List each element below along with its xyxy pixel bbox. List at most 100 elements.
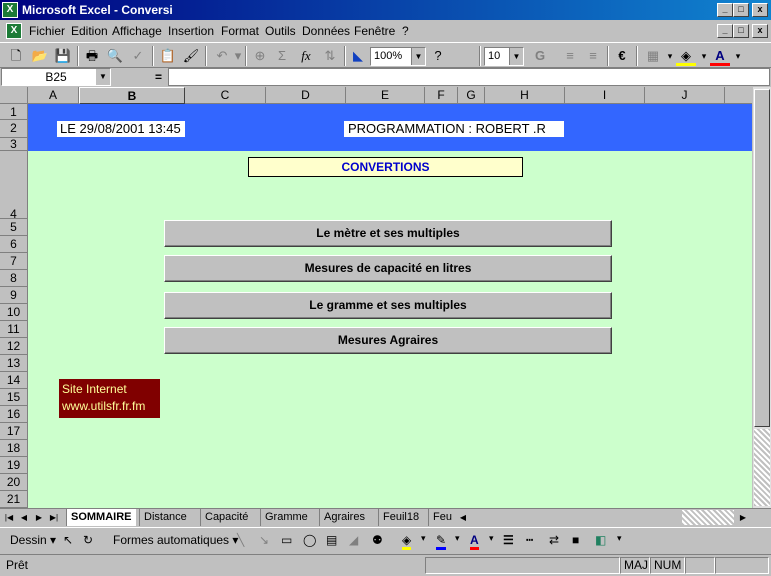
- menu-insertion[interactable]: Insertion: [168, 24, 214, 38]
- row-header[interactable]: 6: [0, 236, 28, 253]
- next-sheet-icon[interactable]: ▶: [32, 510, 46, 525]
- hyperlink-icon[interactable]: ⊕: [250, 46, 270, 66]
- vertical-scrollbar[interactable]: [752, 87, 771, 508]
- clipart-icon[interactable]: ⚉: [372, 533, 383, 547]
- row-header[interactable]: 19: [0, 457, 28, 474]
- menu-help[interactable]: ?: [402, 24, 409, 38]
- tab-feuil18[interactable]: Feuil18: [378, 509, 423, 526]
- arrow-icon[interactable]: ↘: [259, 533, 269, 547]
- excel-app-icon[interactable]: X: [2, 2, 18, 18]
- chevron-down-icon[interactable]: ▾: [617, 533, 622, 544]
- column-header-j[interactable]: J: [645, 87, 725, 104]
- metre-button[interactable]: Le mètre et ses multiples: [164, 220, 612, 247]
- align-right-icon[interactable]: ≡: [583, 46, 603, 66]
- scroll-track[interactable]: [682, 510, 734, 525]
- spelling-icon[interactable]: ✓: [128, 46, 148, 66]
- maximize-button[interactable]: □: [733, 3, 749, 17]
- menu-outils[interactable]: Outils: [265, 24, 296, 38]
- column-header-next[interactable]: [725, 87, 752, 104]
- row-header[interactable]: 21: [0, 491, 28, 508]
- row-header[interactable]: 4: [0, 151, 28, 221]
- column-header-d[interactable]: D: [266, 87, 346, 104]
- dash-style-icon[interactable]: ┅: [526, 533, 533, 547]
- tab-agraires[interactable]: Agraires: [319, 509, 369, 526]
- row-header[interactable]: 13: [0, 355, 28, 372]
- align-center-icon[interactable]: ≡: [560, 46, 580, 66]
- website-link-box[interactable]: Site Internet www.utilsfr.fr.fm: [59, 379, 160, 418]
- dessin-menu[interactable]: Dessin ▾: [10, 533, 56, 547]
- tab-gramme[interactable]: Gramme: [260, 509, 312, 526]
- fill-color-icon[interactable]: ◈: [402, 533, 412, 550]
- row-header[interactable]: 18: [0, 440, 28, 457]
- textbox-icon[interactable]: ▤: [326, 533, 337, 547]
- print-icon[interactable]: 🖶: [82, 46, 102, 66]
- font-size-select[interactable]: 10 ▼: [484, 47, 524, 66]
- chevron-down-icon[interactable]: ▼: [96, 69, 110, 85]
- row-header[interactable]: 5: [0, 219, 28, 236]
- chevron-down-icon[interactable]: ▾: [455, 533, 460, 544]
- worksheet-grid[interactable]: A B C D E F G H I J 1 2 3 4 5 6 7 8 9 10…: [0, 87, 752, 508]
- column-header-i[interactable]: I: [565, 87, 645, 104]
- open-icon[interactable]: 📂: [30, 46, 50, 66]
- capacity-button[interactable]: Mesures de capacité en litres: [164, 255, 612, 282]
- euro-icon[interactable]: €: [612, 46, 632, 66]
- autosum-icon[interactable]: Σ: [272, 46, 292, 66]
- row-header[interactable]: 11: [0, 321, 28, 338]
- prev-sheet-icon[interactable]: ◀: [17, 510, 31, 525]
- row-header[interactable]: 7: [0, 253, 28, 270]
- new-icon[interactable]: 🗋: [6, 46, 26, 66]
- gramme-button[interactable]: Le gramme et ses multiples: [164, 292, 612, 319]
- close-button[interactable]: x: [752, 3, 768, 17]
- row-header[interactable]: 12: [0, 338, 28, 355]
- column-header-h[interactable]: H: [485, 87, 565, 104]
- last-sheet-icon[interactable]: ▶|: [47, 510, 61, 525]
- oval-icon[interactable]: ◯: [303, 533, 316, 547]
- row-header[interactable]: 14: [0, 372, 28, 389]
- menu-affichage[interactable]: Affichage: [112, 24, 162, 38]
- menu-format[interactable]: Format: [221, 24, 259, 38]
- chevron-down-icon[interactable]: ▾: [421, 533, 426, 544]
- select-all-corner[interactable]: [0, 87, 28, 104]
- rotate-icon[interactable]: ↻: [83, 533, 93, 547]
- author-cell[interactable]: PROGRAMMATION : ROBERT .R: [344, 121, 564, 137]
- name-box[interactable]: B25 ▼: [1, 68, 111, 86]
- tab-feuil-partial[interactable]: Feu: [428, 509, 456, 526]
- tab-distance[interactable]: Distance: [139, 509, 191, 526]
- row-header[interactable]: 16: [0, 406, 28, 423]
- row-header[interactable]: 3: [0, 138, 28, 151]
- formula-equals[interactable]: =: [155, 70, 162, 84]
- column-header-e[interactable]: E: [346, 87, 425, 104]
- font-color-icon[interactable]: A: [470, 533, 479, 550]
- paste-icon[interactable]: 📋: [158, 46, 178, 66]
- chevron-down-icon[interactable]: ▼: [411, 48, 425, 65]
- menu-fenetre[interactable]: Fenêtre: [354, 24, 395, 38]
- scroll-track[interactable]: [754, 429, 770, 506]
- website-url[interactable]: www.utilsfr.fr.fm: [62, 398, 160, 415]
- sort-icon[interactable]: ⇅: [320, 46, 340, 66]
- format-painter-icon[interactable]: 🖌: [181, 46, 201, 66]
- menu-donnees[interactable]: Données: [302, 24, 350, 38]
- row-header[interactable]: 17: [0, 423, 28, 440]
- chevron-down-icon[interactable]: ▼: [509, 48, 523, 65]
- wordart-icon[interactable]: ◢: [349, 533, 358, 547]
- tab-capacite[interactable]: Capacité: [200, 509, 252, 526]
- column-header-a[interactable]: A: [28, 87, 79, 104]
- row-header[interactable]: 8: [0, 270, 28, 287]
- row-header[interactable]: 9: [0, 287, 28, 304]
- workbook-icon[interactable]: X: [6, 23, 22, 39]
- office-assistant-icon[interactable]: ?: [428, 46, 448, 66]
- select-objects-icon[interactable]: ↖: [63, 533, 73, 547]
- line-style-icon[interactable]: ☰: [503, 533, 514, 547]
- row-header[interactable]: 20: [0, 474, 28, 491]
- scroll-right-icon[interactable]: ▶: [736, 510, 750, 525]
- bold-icon[interactable]: G: [530, 46, 550, 66]
- arrow-style-icon[interactable]: ⇄: [549, 533, 559, 547]
- menu-edition[interactable]: Edition: [71, 24, 108, 38]
- doc-close-button[interactable]: x: [752, 24, 768, 38]
- column-header-c[interactable]: C: [185, 87, 266, 104]
- fill-color-icon[interactable]: ◈: [676, 46, 696, 66]
- print-preview-icon[interactable]: 🔍: [105, 46, 125, 66]
- row-header[interactable]: 10: [0, 304, 28, 321]
- font-color-icon[interactable]: A: [710, 46, 730, 66]
- column-header-b[interactable]: B: [79, 87, 185, 104]
